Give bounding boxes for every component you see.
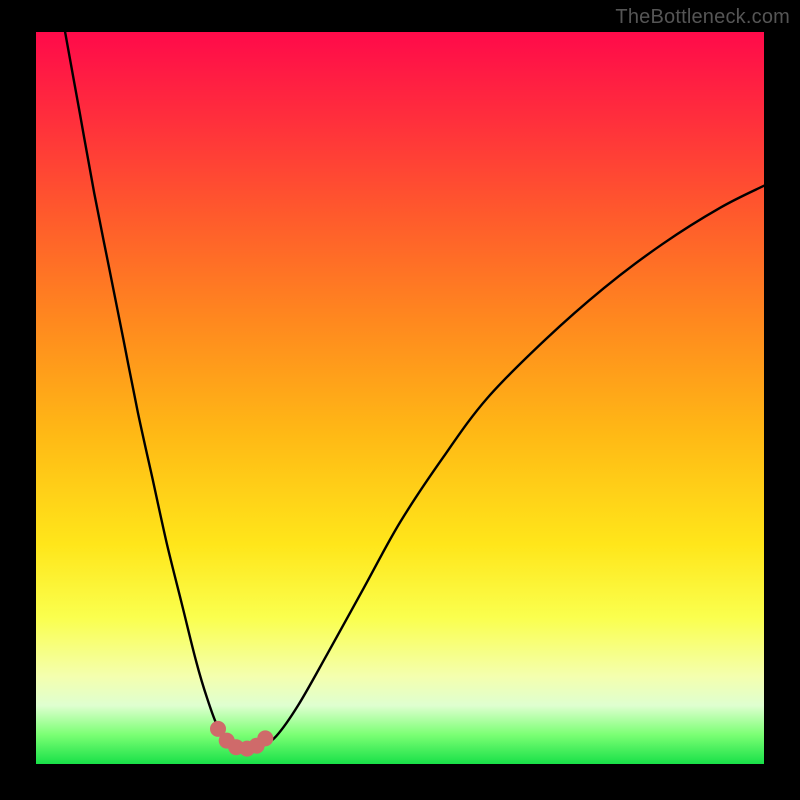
bottleneck-curve — [65, 32, 764, 749]
valley-marker — [257, 730, 273, 746]
valley-markers — [210, 721, 273, 757]
plot-area — [36, 32, 764, 764]
curve-layer — [36, 32, 764, 764]
chart-frame: TheBottleneck.com — [0, 0, 800, 800]
watermark-text: TheBottleneck.com — [615, 6, 790, 29]
